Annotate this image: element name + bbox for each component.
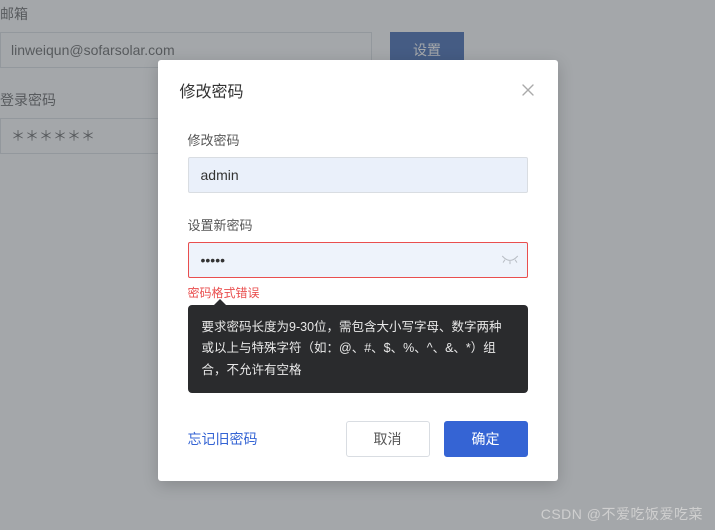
old-password-label: 修改密码 [188,130,528,149]
change-password-dialog: 修改密码 修改密码 设置新密码 [158,60,558,481]
dialog-title: 修改密码 [180,78,244,102]
eye-closed-icon[interactable] [501,253,519,267]
ok-button[interactable]: 确定 [444,421,528,457]
old-password-wrap [188,157,528,193]
watermark: CSDN @不爱吃饭爱吃菜 [541,504,703,524]
new-password-wrap [188,242,528,278]
forgot-old-password-link[interactable]: 忘记旧密码 [188,429,332,449]
new-password-label: 设置新密码 [188,215,528,234]
dialog-footer: 忘记旧密码 取消 确定 [158,403,558,481]
dialog-header: 修改密码 [158,60,558,116]
close-icon[interactable] [520,82,536,98]
password-rule-tooltip: 要求密码长度为9-30位，需包含大小写字母、数字两种或以上与特殊字符（如：@、#… [188,305,528,393]
cancel-button[interactable]: 取消 [346,421,430,457]
old-password-input[interactable] [188,157,528,193]
new-password-input[interactable] [188,242,528,278]
modal-overlay: 修改密码 修改密码 设置新密码 [0,0,715,530]
password-error-text: 密码格式错误 [188,284,528,301]
dialog-body: 修改密码 设置新密码 密码格式错误 要求密码长度为9-30位，需包含大小写字母、… [158,116,558,403]
